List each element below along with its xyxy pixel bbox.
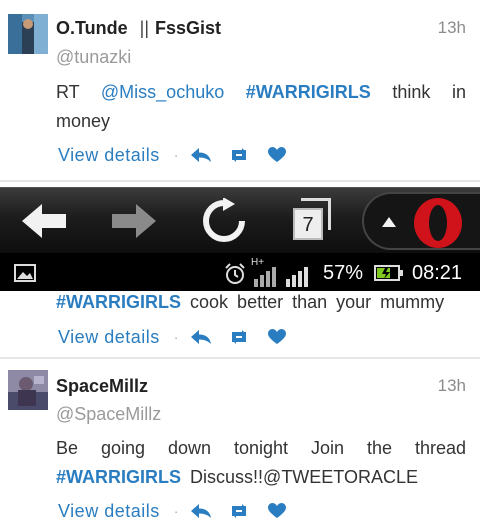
reply-icon[interactable] — [190, 500, 212, 522]
battery-percent: 57% — [323, 262, 364, 284]
retweet-icon[interactable] — [228, 326, 250, 348]
reply-icon[interactable] — [190, 326, 212, 348]
opera-menu-pod[interactable] — [362, 192, 480, 250]
view-details-link[interactable]: View details — [58, 501, 160, 522]
favorite-icon[interactable] — [266, 144, 288, 166]
hashtag-link[interactable]: #WARRIGIRLS — [246, 82, 371, 102]
author-name[interactable]: SpaceMillz — [56, 376, 148, 397]
tweet-divider — [0, 180, 480, 182]
browser-toolbar: 7 — [0, 187, 480, 253]
author-name[interactable]: O.Tunde — [56, 18, 128, 38]
hashtag-link[interactable]: #WARRIGIRLS — [56, 292, 181, 312]
mention-link[interactable]: @Miss_ochuko — [101, 82, 224, 102]
tweet-text: RT @Miss_ochuko #WARRIGIRLS think in mon… — [56, 78, 466, 136]
hashtag-link[interactable]: #WARRIGIRLS — [56, 467, 181, 487]
favorite-icon[interactable] — [266, 500, 288, 522]
tabs-icon[interactable]: 7 — [293, 198, 331, 240]
author-tag: FssGist — [155, 18, 222, 38]
menu-up-icon[interactable] — [382, 214, 396, 232]
tweet-card[interactable]: SpaceMillz 13h @SpaceMillz Be going down… — [0, 359, 480, 532]
author-handle[interactable]: @tunazki — [56, 47, 131, 68]
status-bar: H+ 57% 08:21 — [0, 253, 480, 291]
tweet-text-rest: cook better than your mummy — [190, 292, 445, 312]
reply-icon[interactable] — [190, 144, 212, 166]
retweet-icon[interactable] — [228, 500, 250, 522]
alarm-icon — [224, 263, 246, 290]
forward-arrow-icon[interactable] — [108, 188, 160, 254]
view-details-link[interactable]: View details — [58, 145, 160, 166]
status-clock: 08:21 — [412, 262, 463, 284]
battery-icon — [374, 265, 404, 286]
reload-icon[interactable] — [198, 188, 250, 254]
gallery-icon — [14, 264, 36, 287]
tweet-text: Be going down tonight Join the thread #W… — [56, 434, 466, 492]
tweet-time: 13h — [437, 18, 466, 37]
opera-logo-icon[interactable] — [412, 197, 464, 254]
author-handle[interactable]: @SpaceMillz — [56, 404, 161, 425]
retweet-prefix: RT — [56, 82, 80, 102]
tweet-card[interactable]: #WARRIGIRLS cook better than your mummy … — [0, 291, 480, 355]
tweet-card[interactable]: O.Tunde || FssGist 13h @tunazki RT @Miss_o… — [0, 0, 480, 182]
tab-count: 7 — [293, 208, 323, 240]
tweet-text: #WARRIGIRLS cook better than your mummy — [56, 289, 466, 315]
tweet-time: 13h — [437, 376, 466, 395]
back-arrow-icon[interactable] — [18, 188, 70, 254]
retweet-icon[interactable] — [228, 144, 250, 166]
avatar[interactable] — [8, 14, 48, 54]
tweet-text-line: Be going down tonight Join the thread — [56, 438, 466, 458]
view-details-link[interactable]: View details — [58, 327, 160, 348]
favorite-icon[interactable] — [266, 326, 288, 348]
name-separator: || — [139, 18, 150, 38]
avatar[interactable] — [8, 370, 48, 410]
tweet-text-rest: Discuss!!@TWEETORACLE — [190, 467, 419, 487]
